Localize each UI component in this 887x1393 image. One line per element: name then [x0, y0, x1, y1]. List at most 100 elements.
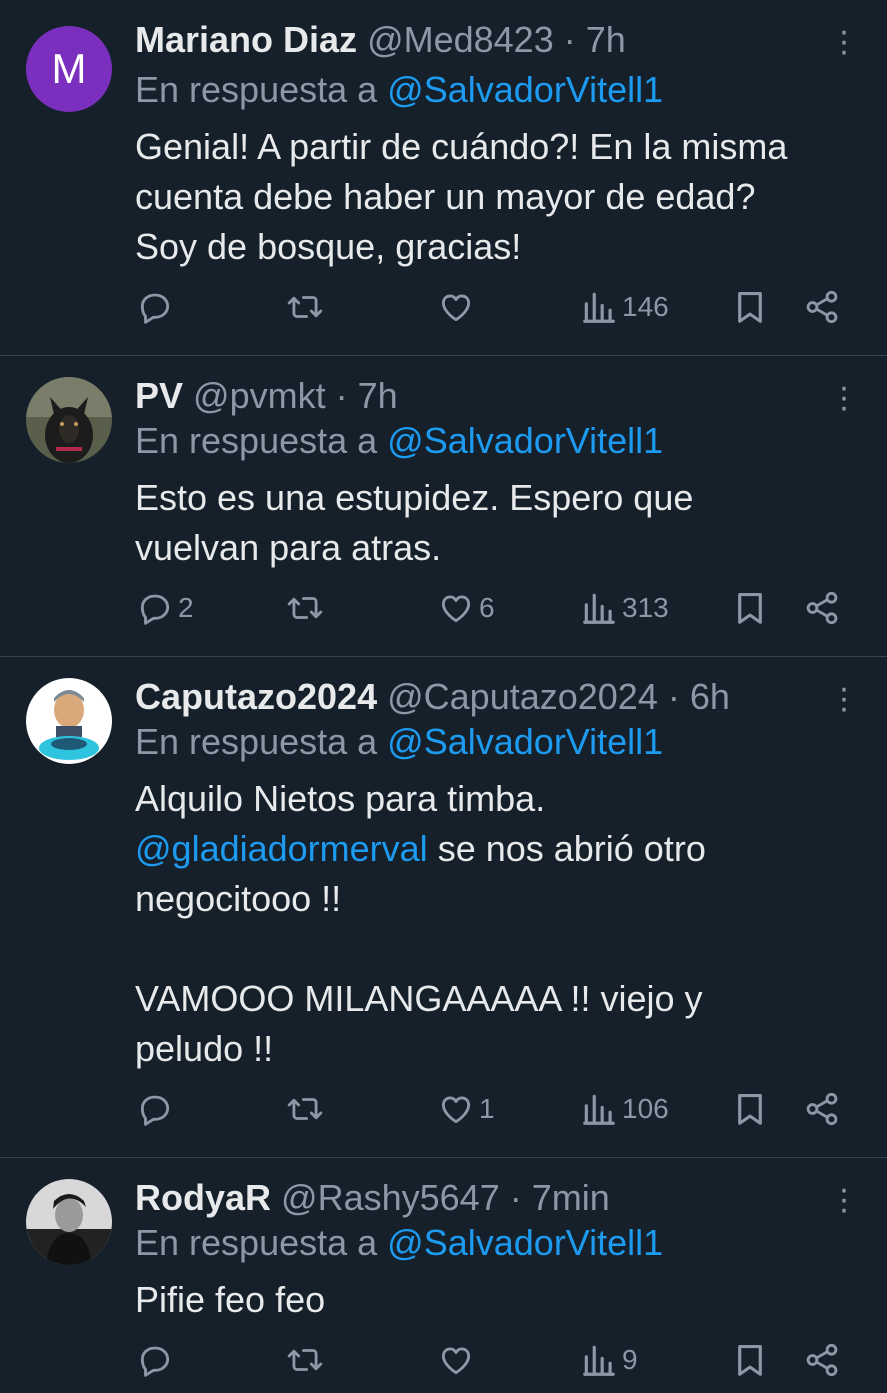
- retweet-button[interactable]: [286, 1090, 328, 1128]
- display-name[interactable]: PV: [135, 375, 183, 416]
- reply-button[interactable]: 2: [136, 589, 194, 627]
- share-button[interactable]: [803, 589, 841, 627]
- like-count: 6: [479, 592, 495, 623]
- more-options-icon[interactable]: · · ·: [831, 370, 857, 424]
- more-options-icon[interactable]: · · ·: [831, 14, 857, 68]
- retweet-button[interactable]: [286, 589, 328, 627]
- bookmark-icon: [731, 1341, 769, 1379]
- handle[interactable]: @Caputazo2024: [387, 676, 658, 717]
- reply-context: En respuesta a @SalvadorVitell1: [135, 1221, 663, 1265]
- tweet-line: peludo !!: [135, 1028, 274, 1069]
- tweet-line: Pifie feo feo: [135, 1279, 326, 1320]
- handle[interactable]: @Med8423: [367, 19, 554, 60]
- like-button[interactable]: [437, 288, 479, 326]
- timestamp[interactable]: 7h: [586, 19, 626, 60]
- reply-button[interactable]: [136, 1341, 178, 1379]
- bookmark-button[interactable]: [731, 1341, 769, 1379]
- tweet-header: RodyaR @Rashy5647 · 7min: [135, 1176, 827, 1220]
- retweet-icon: [286, 1341, 324, 1379]
- reply-to-mention[interactable]: @SalvadorVitell1: [387, 1222, 663, 1263]
- like-button[interactable]: 6: [437, 589, 495, 627]
- heart-icon: [437, 1341, 475, 1379]
- avatar[interactable]: [26, 377, 112, 463]
- display-name[interactable]: Mariano Diaz: [135, 19, 357, 60]
- like-count: 1: [479, 1093, 495, 1124]
- retweet-icon: [286, 589, 324, 627]
- bookmark-icon: [731, 589, 769, 627]
- bookmark-icon: [731, 1090, 769, 1128]
- reply-prefix: En respuesta a: [135, 69, 378, 110]
- cartoon-avatar-image: [26, 678, 112, 764]
- share-button[interactable]: [803, 288, 841, 326]
- reply-to-mention[interactable]: @SalvadorVitell1: [387, 721, 663, 762]
- retweet-button[interactable]: [286, 288, 328, 326]
- timestamp[interactable]: 6h: [690, 676, 730, 717]
- tweet[interactable]: M Mariano Diaz @Med8423 · 7h · · · En resp…: [0, 0, 887, 356]
- bar-chart-icon: [580, 589, 618, 627]
- reply-icon: [136, 288, 174, 326]
- bookmark-button[interactable]: [731, 1090, 769, 1128]
- view-count: 9: [622, 1344, 638, 1375]
- tweet-line: Soy de bosque, gracias!: [135, 226, 522, 267]
- handle[interactable]: @Rashy5647: [281, 1177, 500, 1218]
- bookmark-button[interactable]: [731, 288, 769, 326]
- avatar[interactable]: [26, 1179, 112, 1265]
- reply-icon: [136, 589, 174, 627]
- share-button[interactable]: [803, 1341, 841, 1379]
- reply-to-mention[interactable]: @SalvadorVitell1: [387, 420, 663, 461]
- more-options-icon[interactable]: · · ·: [831, 671, 857, 725]
- more-options-icon[interactable]: · · ·: [831, 1172, 857, 1226]
- reply-button[interactable]: [136, 288, 178, 326]
- views-button[interactable]: 146: [580, 288, 669, 326]
- view-count: 146: [622, 291, 669, 322]
- avatar[interactable]: [26, 678, 112, 764]
- reply-to-mention[interactable]: @SalvadorVitell1: [387, 69, 663, 110]
- tweet[interactable]: Caputazo2024 @Caputazo2024 · 6h · · · En r…: [0, 657, 887, 1158]
- tweet-text: Esto es una estupidez. Espero que vuelva…: [135, 473, 847, 573]
- tweet-line: Alquilo Nietos para timba.: [135, 778, 546, 819]
- timestamp[interactable]: 7min: [532, 1177, 610, 1218]
- share-icon: [803, 589, 841, 627]
- tweet[interactable]: PV @pvmkt · 7h · · · En respuesta a @Salva…: [0, 356, 887, 657]
- reply-button[interactable]: [136, 1090, 178, 1128]
- avatar[interactable]: M: [26, 26, 112, 112]
- reply-prefix: En respuesta a: [135, 420, 378, 461]
- views-button[interactable]: 313: [580, 589, 669, 627]
- dog-avatar-image: [26, 377, 112, 463]
- views-button[interactable]: 9: [580, 1341, 638, 1379]
- display-name[interactable]: Caputazo2024: [135, 676, 377, 717]
- separator: ·: [563, 19, 576, 60]
- tweet[interactable]: RodyaR @Rashy5647 · 7min · · · En respuest…: [0, 1158, 887, 1393]
- timestamp[interactable]: 7h: [358, 375, 398, 416]
- bookmark-icon: [731, 288, 769, 326]
- heart-icon: [437, 589, 475, 627]
- reply-prefix: En respuesta a: [135, 721, 378, 762]
- tweet-line: @gladiadormerval se nos abrió otro: [135, 824, 847, 874]
- tweet-header: PV @pvmkt · 7h: [135, 374, 827, 418]
- like-button[interactable]: [437, 1341, 479, 1379]
- views-button[interactable]: 106: [580, 1090, 669, 1128]
- tweet-line-text: se nos abrió otro: [427, 828, 706, 869]
- tweet-line: VAMOOO MILANGAAAAA !! viejo y: [135, 978, 703, 1019]
- reply-count: 2: [178, 592, 194, 623]
- share-button[interactable]: [803, 1090, 841, 1128]
- reply-icon: [136, 1090, 174, 1128]
- display-name[interactable]: RodyaR: [135, 1177, 271, 1218]
- separator: ·: [509, 1177, 522, 1218]
- separator: ·: [335, 375, 348, 416]
- bar-chart-icon: [580, 288, 618, 326]
- heart-icon: [437, 1090, 475, 1128]
- tweet-line: Genial! A partir de cuándo?! En la misma: [135, 126, 788, 167]
- like-button[interactable]: 1: [437, 1090, 495, 1128]
- view-count: 313: [622, 592, 669, 623]
- action-bar: 1 106: [0, 1090, 887, 1140]
- bookmark-button[interactable]: [731, 589, 769, 627]
- reply-context: En respuesta a @SalvadorVitell1: [135, 419, 663, 463]
- inline-mention[interactable]: @gladiadormerval: [135, 828, 428, 869]
- tweet-text: Alquilo Nietos para timba. @gladiadormer…: [135, 774, 847, 1074]
- separator: ·: [667, 676, 680, 717]
- retweet-button[interactable]: [286, 1341, 328, 1379]
- handle[interactable]: @pvmkt: [193, 375, 326, 416]
- heart-icon: [437, 288, 475, 326]
- share-icon: [803, 1341, 841, 1379]
